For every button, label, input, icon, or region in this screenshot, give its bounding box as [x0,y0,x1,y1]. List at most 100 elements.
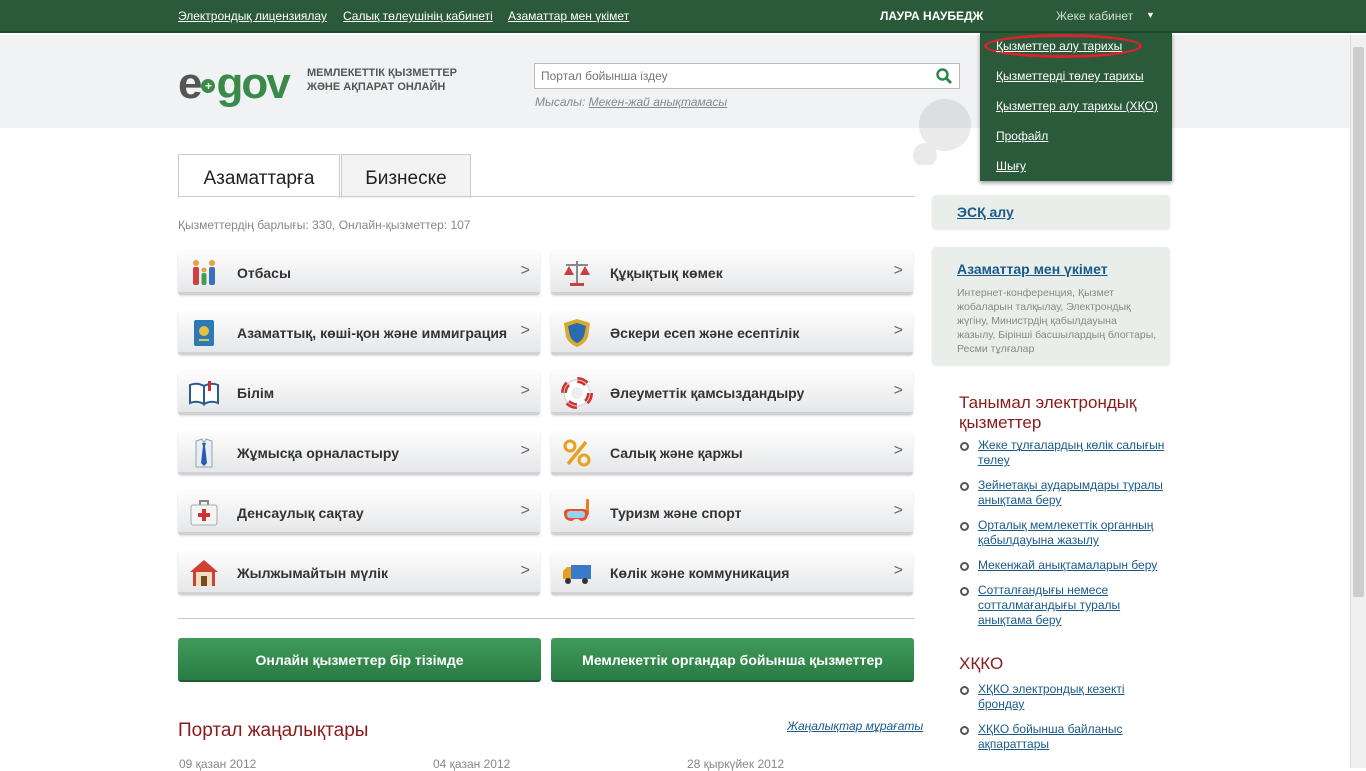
search-example-link[interactable]: Мекен-жай анықтамасы [589,95,728,109]
passport-icon [194,320,214,346]
menu-item-payment-history[interactable]: Қызметтерді төлеу тарихы [996,69,1144,83]
bullet-icon [960,726,969,735]
scrollbar-thumb[interactable] [1353,47,1364,597]
link-citizens-government[interactable]: Азаматтар мен үкімет [508,9,629,23]
personal-cabinet-menu[interactable]: Жеке кабинет [1056,9,1133,23]
bullet-icon [960,522,969,531]
citizens-government-box: Азаматтар мен үкімет Интернет-конференци… [932,247,1170,365]
menu-item-service-history[interactable]: Қызметтер алу тарихы [996,39,1122,53]
news-date: 09 қазан 2012 [179,757,257,771]
scales-icon [564,261,590,286]
search-icon[interactable] [935,67,953,85]
search-input[interactable] [535,64,925,88]
bullet-icon [960,562,969,571]
category-label: Жылжымайтын мүлік [237,565,389,581]
category-label: Жұмысқа орналастыру [237,445,399,461]
bullet-icon [960,442,969,451]
citizens-government-description: Интернет-конференция, Қызмет жобаларын т… [957,287,1157,355]
percent-icon [563,439,591,467]
shield-icon [564,319,590,347]
chevron-right-icon: > [520,502,530,519]
chevron-right-icon: > [520,382,530,399]
category-education[interactable]: Білім > [178,371,540,415]
first-aid-icon [190,500,218,526]
popular-service-link[interactable]: Орталық мемлекеттік органның қабылдауына… [978,518,1173,548]
watermark-icon [913,99,971,165]
category-health[interactable]: Денсаулық сақтау > [178,491,540,535]
tab-business[interactable]: Бизнеске [341,154,471,198]
category-label: Құқықтық көмек [610,265,723,281]
house-icon [190,560,218,586]
news-title: Портал жаңалықтары [178,720,369,741]
link-e-licensing[interactable]: Электрондық лицензиялау [178,9,327,23]
divider [178,618,915,619]
popular-service-link[interactable]: Мекенжай анықтамаларын беру [978,558,1173,573]
services-by-agency-button[interactable]: Мемлекеттік органдар бойынша қызметтер [551,638,914,682]
category-tourism-sport[interactable]: Туризм және спорт > [551,491,913,535]
chevron-right-icon: > [893,322,903,339]
tab-citizens[interactable]: Азаматтарға [178,154,340,198]
news-archive-link[interactable]: Жаңалықтар мұрағаты [787,719,923,733]
family-icon [193,260,215,285]
category-label: Білім [237,385,275,401]
chevron-right-icon: > [520,322,530,339]
popular-service-link[interactable]: Зейнетақы аударымдары туралы анықтама бе… [978,478,1173,508]
popular-service-link[interactable]: Жеке тұлғалардың көлік салығын төлеу [978,438,1173,468]
user-name: ЛАУРА НАУБЕДЖ [880,9,984,23]
category-social-security[interactable]: Әлеуметтік қамсыздандыру > [551,371,913,415]
category-label: Туризм және спорт [610,505,742,521]
esk-box: ЭСҚ алу [932,195,1170,229]
bullet-icon [960,482,969,491]
chevron-right-icon: > [520,442,530,459]
category-label: Отбасы [237,265,291,281]
chevron-right-icon: > [520,262,530,279]
category-label: Көлік және коммуникация [610,565,790,581]
menu-item-service-history-hko[interactable]: Қызметтер алу тарихы (ХҚО) [996,99,1158,113]
personal-cabinet-dropdown: Қызметтер алу тарихы Қызметтерді төлеу т… [980,33,1172,181]
category-label: Әскери есеп және есептілік [610,325,800,341]
category-military[interactable]: Әскери есеп және есептілік > [551,311,913,355]
egov-logo[interactable]: e + gov [178,62,291,106]
chevron-right-icon: > [893,262,903,279]
category-legal-aid[interactable]: Құқықтық көмек > [551,251,913,295]
menu-item-profile[interactable]: Профайл [996,129,1048,143]
chevron-right-icon: > [893,382,903,399]
popular-service-link[interactable]: Сотталғандығы немесе сотталмағандығы тур… [978,583,1173,628]
hkko-title: ХҚКО [959,654,1004,673]
book-icon [189,381,219,406]
menu-item-logout[interactable]: Шығу [996,159,1026,173]
chevron-right-icon: > [893,562,903,579]
category-label: Азаматтық, көші-қон және иммиграция [237,325,508,341]
hkko-link[interactable]: ХҚКО бойынша байланыс ақпараттары [978,722,1173,752]
chevron-right-icon: > [520,562,530,579]
tagline: МЕМЛЕКЕТТІК ҚЫЗМЕТТЕР ЖӘНЕ АҚПАРАТ ОНЛАЙ… [307,67,458,93]
esk-link[interactable]: ЭСҚ алу [957,204,1014,220]
plus-icon: + [201,79,216,94]
link-taxpayer-cabinet[interactable]: Салық төлеушінің кабинеті [343,9,493,23]
category-citizenship[interactable]: Азаматтық, көші-қон және иммиграция > [178,311,540,355]
online-services-list-button[interactable]: Онлайн қызметтер бір тізімде [178,638,541,682]
caret-down-icon[interactable]: ▼ [1146,10,1155,20]
search-box [534,63,960,89]
category-transport[interactable]: Көлік және коммуникация > [551,551,913,595]
category-label: Салық және қаржы [610,445,743,461]
category-tax-finance[interactable]: Салық және қаржы > [551,431,913,475]
snorkel-mask-icon [564,499,589,521]
category-real-estate[interactable]: Жылжымайтын мүлік > [178,551,540,595]
category-family[interactable]: Отбасы > [178,251,540,295]
popular-services-title: Танымал электрондық қызметтер [959,393,1137,432]
news-date: 04 қазан 2012 [433,757,511,771]
bullet-icon [960,587,969,596]
citizens-government-link[interactable]: Азаматтар мен үкімет [957,261,1108,277]
scrollbar[interactable] [1350,35,1366,768]
search-example: Мысалы: Мекен-жай анықтамасы [535,95,728,109]
lifebuoy-icon [561,377,593,409]
hkko-link[interactable]: ХҚКО электрондық кезекті брондау [978,682,1173,712]
top-bar: Электрондық лицензиялау Салық төлеушінің… [0,0,1366,33]
truck-icon [563,565,591,584]
services-count: Қызметтердің барлығы: 330, Онлайн-қызмет… [178,218,471,232]
category-employment[interactable]: Жұмысқа орналастыру > [178,431,540,475]
chevron-right-icon: > [893,502,903,519]
category-label: Әлеуметтік қамсыздандыру [610,385,805,401]
chevron-right-icon: > [893,442,903,459]
